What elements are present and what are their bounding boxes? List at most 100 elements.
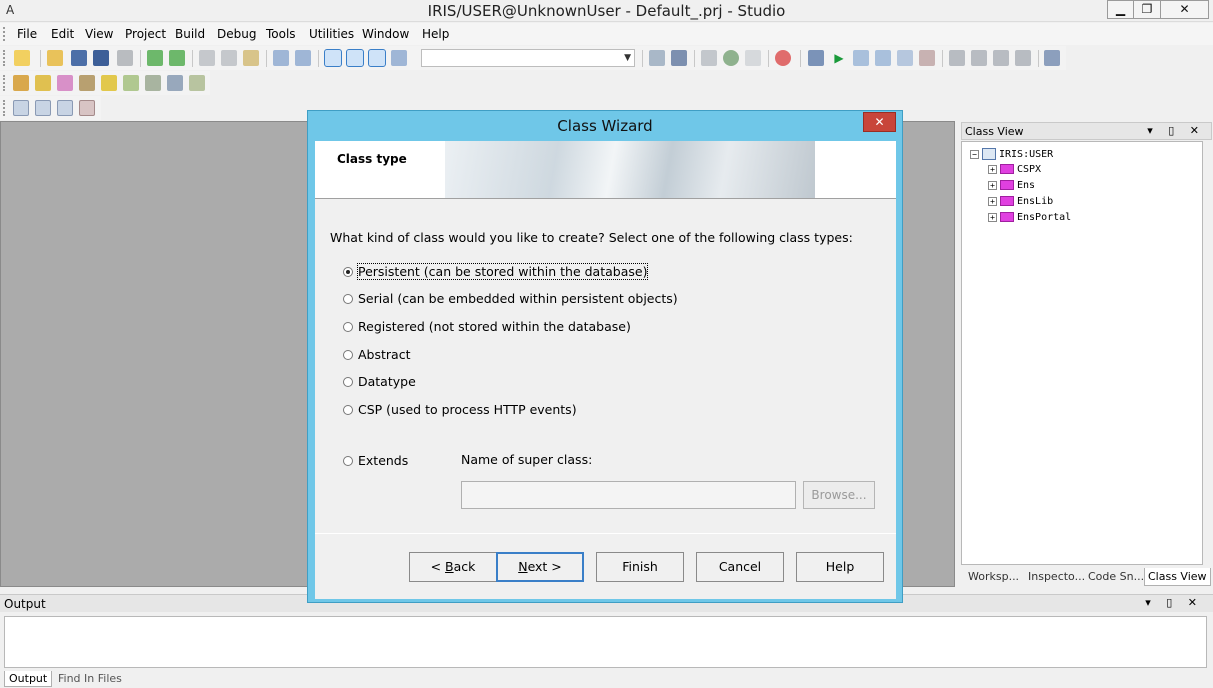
option-persistent[interactable]: Persistent (can be stored within the dat… xyxy=(343,263,649,280)
menu-project[interactable]: Project xyxy=(125,27,166,41)
add-method-icon[interactable] xyxy=(35,75,51,91)
window-2-icon[interactable] xyxy=(35,100,51,116)
help-button[interactable]: Help xyxy=(796,552,884,582)
minimize-button[interactable]: ▁ xyxy=(1107,0,1134,19)
tab-find-in-files[interactable]: Find In Files xyxy=(54,671,126,686)
output-body[interactable] xyxy=(4,616,1207,668)
expand-icon[interactable]: + xyxy=(988,212,997,222)
tab-code-snippets[interactable]: Code Sn... xyxy=(1085,568,1147,585)
menu-utilities[interactable]: Utilities xyxy=(309,27,354,41)
undo-icon[interactable] xyxy=(273,50,289,66)
outdent-icon[interactable] xyxy=(971,50,987,66)
add-xdata-icon[interactable] xyxy=(167,75,183,91)
menubar-grip-icon[interactable] xyxy=(3,27,6,41)
menu-edit[interactable]: Edit xyxy=(51,27,74,41)
tree-root-node[interactable]: − IRIS:USER xyxy=(970,148,1053,160)
browse-button[interactable]: Browse... xyxy=(803,481,875,509)
view-4-icon[interactable] xyxy=(391,50,407,66)
view-3-icon[interactable] xyxy=(368,49,386,67)
expand-icon[interactable]: + xyxy=(988,196,997,206)
export-icon[interactable] xyxy=(701,50,717,66)
collapse-icon[interactable]: − xyxy=(970,149,979,159)
redo-icon[interactable] xyxy=(295,50,311,66)
tab-workspace[interactable]: Worksp... xyxy=(965,568,1022,585)
option-serial[interactable]: Serial (can be embedded within persisten… xyxy=(343,291,678,306)
option-datatype[interactable]: Datatype xyxy=(343,374,416,389)
tab-class-view[interactable]: Class View xyxy=(1144,568,1211,586)
tree-item[interactable]: + Ens xyxy=(988,180,1035,191)
next-button[interactable]: Next > xyxy=(496,552,584,582)
expand-icon[interactable]: + xyxy=(988,180,997,190)
menu-build[interactable]: Build xyxy=(175,27,205,41)
dialog-close-button[interactable]: ✕ xyxy=(863,112,896,132)
menu-help[interactable]: Help xyxy=(422,27,449,41)
add-index-icon[interactable] xyxy=(79,75,95,91)
add-storage-icon[interactable] xyxy=(189,75,205,91)
navigate-back-icon[interactable] xyxy=(147,50,163,66)
window-1-icon[interactable] xyxy=(13,100,29,116)
add-property-icon[interactable] xyxy=(13,75,29,91)
menu-view[interactable]: View xyxy=(85,27,113,41)
toolbar-grip-icon[interactable] xyxy=(3,50,5,66)
radio-button[interactable] xyxy=(343,377,353,387)
radio-button[interactable] xyxy=(343,405,353,415)
tab-inspector[interactable]: Inspecto... xyxy=(1025,568,1088,585)
navigate-forward-icon[interactable] xyxy=(169,50,185,66)
add-parameter-icon[interactable] xyxy=(57,75,73,91)
window-4-icon[interactable] xyxy=(79,100,95,116)
add-projection-icon[interactable] xyxy=(145,75,161,91)
expand-icon[interactable]: + xyxy=(988,164,997,174)
open-icon[interactable] xyxy=(47,50,63,66)
view-1-icon[interactable] xyxy=(324,49,342,67)
cut-icon[interactable] xyxy=(199,50,215,66)
view-2-icon[interactable] xyxy=(346,49,364,67)
debug-icon[interactable] xyxy=(808,50,824,66)
cancel-button[interactable]: Cancel xyxy=(696,552,784,582)
chevron-down-icon[interactable]: ▼ xyxy=(624,53,631,63)
finish-button[interactable]: Finish xyxy=(596,552,684,582)
radio-button[interactable] xyxy=(343,322,353,332)
printer-icon[interactable] xyxy=(1044,50,1060,66)
new-class-icon[interactable] xyxy=(14,50,30,66)
save-all-icon[interactable] xyxy=(93,50,109,66)
radio-button[interactable] xyxy=(343,350,353,360)
back-button[interactable]: < Back xyxy=(409,552,497,582)
stop-icon[interactable] xyxy=(875,50,891,66)
maximize-button[interactable]: ❐ xyxy=(1133,0,1161,19)
menu-tools[interactable]: Tools xyxy=(266,27,296,41)
run-icon[interactable]: ▶ xyxy=(831,50,847,66)
toolbar-grip-icon[interactable] xyxy=(3,75,5,91)
find-icon[interactable] xyxy=(649,50,665,66)
tree-item[interactable]: + CSPX xyxy=(988,164,1041,175)
option-extends[interactable]: Extends xyxy=(343,453,408,468)
radio-button[interactable] xyxy=(343,456,353,466)
globe-icon[interactable] xyxy=(723,50,739,66)
panel-controls[interactable]: ▾ ▯ ✕ xyxy=(1147,124,1205,137)
add-trigger-icon[interactable] xyxy=(123,75,139,91)
comment-icon[interactable] xyxy=(993,50,1009,66)
option-abstract[interactable]: Abstract xyxy=(343,347,410,362)
uncomment-icon[interactable] xyxy=(1015,50,1031,66)
window-3-icon[interactable] xyxy=(57,100,73,116)
add-query-icon[interactable] xyxy=(101,75,117,91)
calendar-icon[interactable] xyxy=(671,50,687,66)
tree-item[interactable]: + EnsLib xyxy=(988,196,1053,207)
page-icon[interactable] xyxy=(745,50,761,66)
menu-debug[interactable]: Debug xyxy=(217,27,256,41)
stop-red-icon[interactable] xyxy=(775,50,791,66)
panel-controls[interactable]: ▾ ▯ ✕ xyxy=(1145,596,1203,609)
menu-file[interactable]: File xyxy=(17,27,37,41)
tab-output[interactable]: Output xyxy=(4,671,53,687)
print-icon[interactable] xyxy=(117,50,133,66)
clear-icon[interactable] xyxy=(919,50,935,66)
step-icon[interactable] xyxy=(853,50,869,66)
tree-item[interactable]: + EnsPortal xyxy=(988,212,1071,223)
toolbar-grip-icon[interactable] xyxy=(3,100,5,116)
target-combobox[interactable]: ▼ xyxy=(421,49,635,67)
radio-button-selected[interactable] xyxy=(343,267,353,277)
menu-window[interactable]: Window xyxy=(362,27,409,41)
option-csp[interactable]: CSP (used to process HTTP events) xyxy=(343,402,577,417)
close-button[interactable]: ✕ xyxy=(1160,0,1209,19)
radio-button[interactable] xyxy=(343,294,353,304)
super-class-input[interactable] xyxy=(461,481,796,509)
